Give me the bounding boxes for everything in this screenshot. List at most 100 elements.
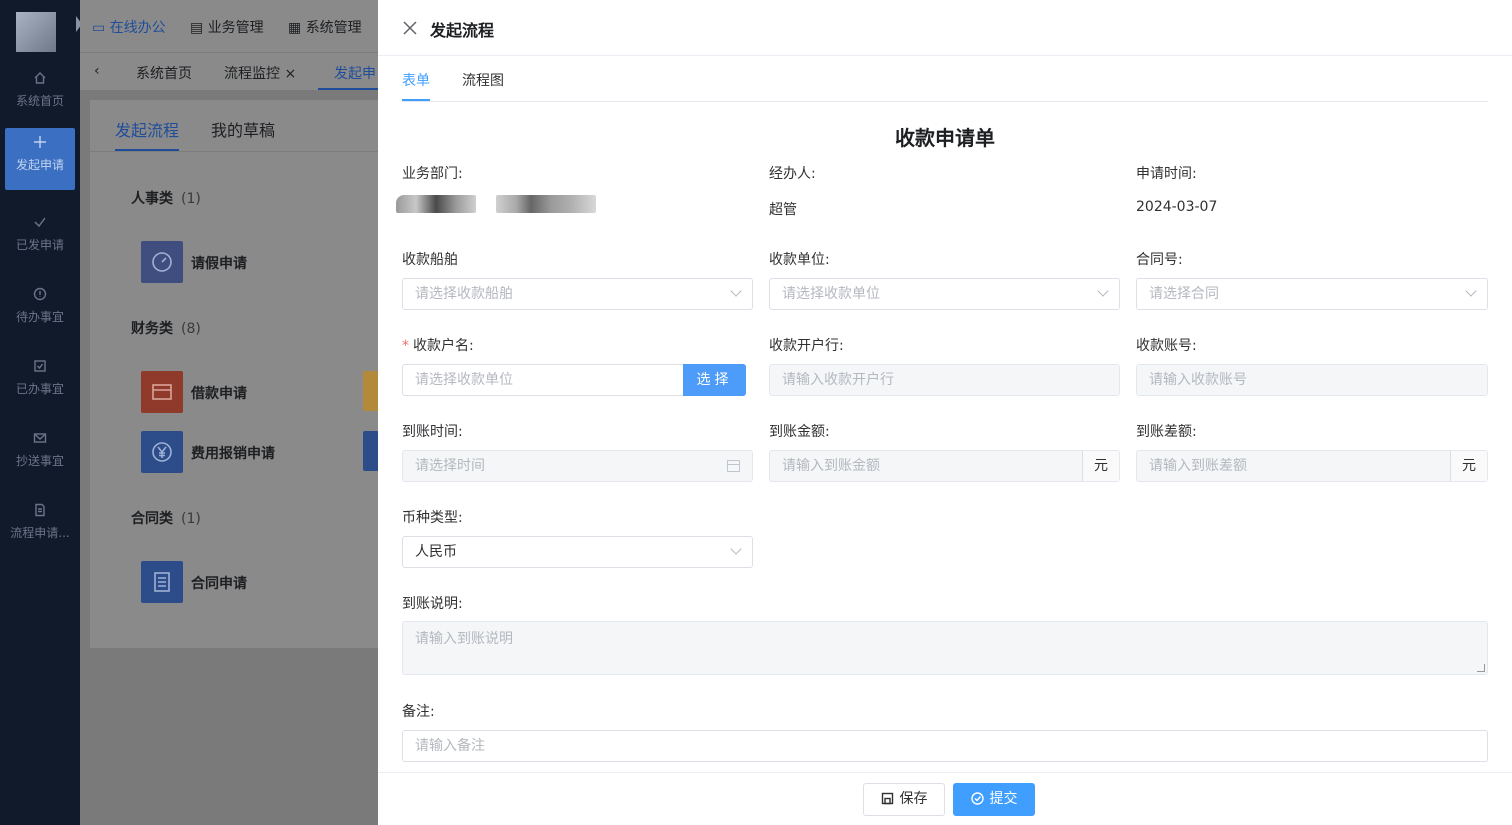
logo xyxy=(16,12,56,52)
card-icon xyxy=(141,371,183,413)
handler-label: 经办人: xyxy=(769,166,816,182)
currency-select[interactable]: 人民币 xyxy=(402,536,753,568)
check-circle-icon xyxy=(970,792,984,805)
top-menu: ▭ 在线办公 ▤ 业务管理 ▦ 系统管理 xyxy=(80,0,380,52)
sidebar-item-label: 流程申请... xyxy=(10,526,70,540)
chevron-down-icon xyxy=(730,543,742,555)
tabs-prev-icon[interactable]: ‹ xyxy=(94,63,100,79)
list-icon: ▤ xyxy=(190,20,208,36)
account-no-label: 收款账号: xyxy=(1136,338,1197,354)
department-value-redacted xyxy=(396,195,476,213)
app-tile-partial[interactable] xyxy=(363,431,379,471)
drawer-footer: 保存 提交 xyxy=(378,772,1512,825)
tab-process-monitor[interactable]: 流程监控 × xyxy=(224,63,296,83)
form-title: 收款申请单 xyxy=(895,126,995,150)
grid-icon: ▦ xyxy=(288,20,306,36)
launch-process-page: 发起流程 我的草稿 人事类 (1) 请假申请 财务类 (8) 借款申请 费用报销申请… xyxy=(90,100,380,648)
account-name-label: * 收款户名: xyxy=(402,338,474,354)
sidebar-item-label: 待办事宜 xyxy=(15,310,64,324)
chevron-down-icon xyxy=(1097,285,1109,297)
sidebar-item-new-request[interactable]: 发起申请 xyxy=(5,128,75,190)
account-name-input[interactable]: 请选择收款单位 xyxy=(402,364,684,396)
home-icon xyxy=(0,70,80,92)
tab-form[interactable]: 表单 xyxy=(402,70,430,90)
sidebar-item-label: 已办事宜 xyxy=(15,382,64,396)
topmenu-system[interactable]: ▦ 系统管理 xyxy=(288,17,362,37)
launch-process-drawer: 发起流程 表单 流程图 收款申请单 业务部门: 经办人: 超管 申请时间: 20… xyxy=(378,0,1512,825)
tab-flowchart[interactable]: 流程图 xyxy=(462,70,504,90)
ship-label: 收款船舶 xyxy=(402,252,458,268)
topmenu-online-office[interactable]: ▭ 在线办公 xyxy=(92,17,166,37)
arrival-amount-input[interactable]: 请输入到账金额元 xyxy=(769,450,1120,482)
check-icon xyxy=(0,214,80,236)
arrival-time-picker[interactable]: 请选择时间 xyxy=(402,450,753,482)
sidebar-item-sent[interactable]: 已发申请 xyxy=(0,208,80,270)
apply-time-label: 申请时间: xyxy=(1136,166,1197,182)
category-finance: 财务类 (8) xyxy=(131,321,201,337)
divider xyxy=(90,151,380,152)
chevron-down-icon xyxy=(730,285,742,297)
remark-input[interactable]: 请输入备注 xyxy=(402,730,1488,762)
contract-icon xyxy=(141,561,183,603)
save-button[interactable]: 保存 xyxy=(863,783,945,816)
app-contract-request[interactable]: 合同申请 xyxy=(141,561,301,603)
document-icon xyxy=(0,502,80,524)
drawer-title: 发起流程 xyxy=(430,21,495,40)
monitor-icon: ▭ xyxy=(92,20,110,36)
page-tabs: ‹ 系统首页 流程监控 × 发起申 xyxy=(80,52,380,90)
save-icon xyxy=(881,792,893,805)
ship-select[interactable]: 请选择收款船舶 xyxy=(402,278,753,310)
currency-unit: 元 xyxy=(1082,451,1119,481)
sidebar-item-process[interactable]: 流程申请... xyxy=(0,496,80,558)
sidebar-item-cc[interactable]: 抄送事宜 xyxy=(0,424,80,486)
currency-unit: 元 xyxy=(1450,451,1487,481)
department-value-redacted xyxy=(496,195,596,213)
divider xyxy=(402,101,1488,102)
active-tab-indicator xyxy=(318,88,380,90)
submit-button[interactable]: 提交 xyxy=(953,783,1035,816)
sidebar-item-label: 抄送事宜 xyxy=(15,454,64,468)
unit-label: 收款单位: xyxy=(769,252,830,268)
plus-icon xyxy=(5,134,75,156)
sidebar-item-label: 已发申请 xyxy=(15,238,64,252)
arrival-diff-label: 到账差额: xyxy=(1136,424,1197,440)
tab-home[interactable]: 系统首页 xyxy=(136,63,192,83)
unit-select[interactable]: 请选择收款单位 xyxy=(769,278,1120,310)
sidebar: 系统首页 发起申请 已发申请 待办事宜 已办事宜 抄送事宜 流程申请... xyxy=(0,0,82,825)
checkbox-icon xyxy=(0,358,80,380)
tab-my-drafts[interactable]: 我的草稿 xyxy=(211,117,275,141)
select-button[interactable]: 选择 xyxy=(683,364,746,396)
arrival-note-textarea[interactable]: 请输入到账说明 xyxy=(402,621,1488,675)
topmenu-business[interactable]: ▤ 业务管理 xyxy=(190,17,264,37)
close-icon[interactable] xyxy=(402,20,418,36)
contract-select[interactable]: 请选择合同 xyxy=(1136,278,1488,310)
arrival-diff-input[interactable]: 请输入到账差额元 xyxy=(1136,450,1488,482)
bank-input[interactable]: 请输入收款开户行 xyxy=(769,364,1120,396)
bank-label: 收款开户行: xyxy=(769,338,844,354)
required-marker: * xyxy=(402,338,409,354)
app-expense-request[interactable]: 费用报销申请 xyxy=(141,431,301,473)
arrival-note-label: 到账说明: xyxy=(402,596,463,612)
chevron-down-icon xyxy=(1465,285,1477,297)
sidebar-item-todo[interactable]: 待办事宜 xyxy=(0,280,80,342)
tab-new-request[interactable]: 发起申 xyxy=(334,63,376,83)
sidebar-item-label: 发起申请 xyxy=(15,158,64,172)
app-leave-request[interactable]: 请假申请 xyxy=(141,241,301,283)
mail-icon xyxy=(0,430,80,452)
apply-time-value: 2024-03-07 xyxy=(1136,199,1218,215)
arrival-time-label: 到账时间: xyxy=(402,424,463,440)
category-hr: 人事类 (1) xyxy=(131,191,201,207)
drawer-header: 发起流程 xyxy=(378,0,1512,56)
currency-label: 币种类型: xyxy=(402,510,463,526)
app-tile-partial[interactable] xyxy=(363,371,379,411)
app-loan-request[interactable]: 借款申请 xyxy=(141,371,301,413)
handler-value: 超管 xyxy=(769,202,797,218)
sidebar-item-label: 系统首页 xyxy=(15,94,64,108)
close-icon[interactable]: × xyxy=(280,66,296,82)
tab-launch-process[interactable]: 发起流程 xyxy=(115,117,179,141)
category-contract: 合同类 (1) xyxy=(131,511,201,527)
account-no-input[interactable]: 请输入收款账号 xyxy=(1136,364,1488,396)
sidebar-item-done[interactable]: 已办事宜 xyxy=(0,352,80,414)
sidebar-item-home[interactable]: 系统首页 xyxy=(0,64,80,126)
resize-handle-icon[interactable] xyxy=(1477,664,1485,672)
